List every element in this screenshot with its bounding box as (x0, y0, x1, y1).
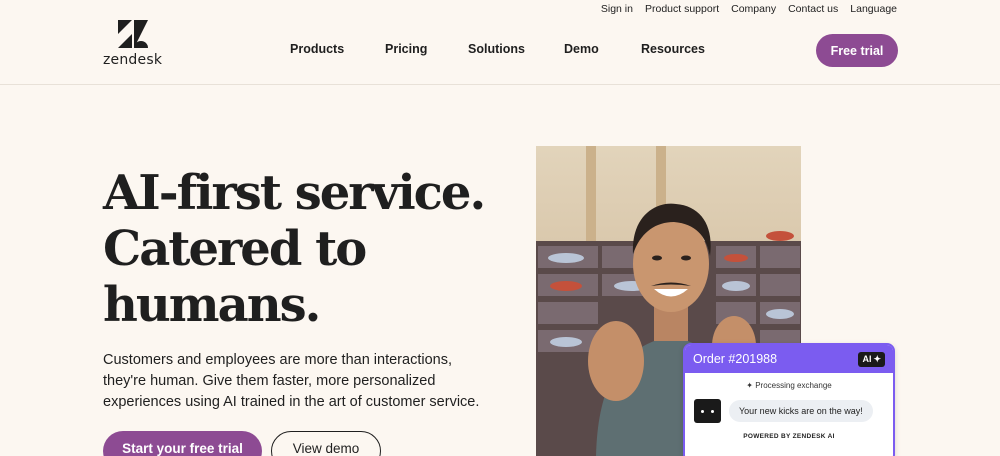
sparkle-icon: ✦ (746, 381, 753, 390)
language-link[interactable]: Language (850, 3, 897, 15)
nav-demo[interactable]: Demo (564, 42, 599, 56)
product-support-link[interactable]: Product support (645, 3, 719, 15)
ai-badge-label: AI (862, 354, 872, 364)
order-card-header: Order #201988 AI ✦ (685, 345, 893, 373)
hero-title-line: humans. (103, 277, 321, 333)
nav-resources[interactable]: Resources (641, 42, 705, 56)
chat-bubble: Your new kicks are on the way! (729, 400, 873, 422)
order-card: Order #201988 AI ✦ ✦ Processing exchange… (683, 343, 895, 456)
start-free-trial-button[interactable]: Start your free trial (103, 431, 262, 456)
nav-products[interactable]: Products (290, 42, 344, 56)
hero-title-line: Catered to (103, 221, 367, 277)
sign-in-link[interactable]: Sign in (601, 3, 633, 15)
powered-by-label: POWERED BY ZENDESK AI (743, 433, 835, 440)
nav-solutions[interactable]: Solutions (468, 42, 525, 56)
site-header: zendesk Sign in Product support Company … (0, 0, 1000, 85)
utility-nav: Sign in Product support Company Contact … (601, 3, 897, 15)
hero-title: AI-first service. Catered to humans. (103, 165, 523, 333)
free-trial-button[interactable]: Free trial (816, 34, 898, 67)
zendesk-logo-mark-icon (118, 20, 148, 48)
order-number: Order #201988 (693, 352, 778, 366)
processing-text: Processing exchange (755, 381, 832, 390)
nav-pricing[interactable]: Pricing (385, 42, 427, 56)
hero-subtitle: Customers and employees are more than in… (103, 352, 480, 410)
hero-title-line: AI-first service. (103, 165, 486, 221)
view-demo-button[interactable]: View demo (271, 431, 381, 456)
chat-message: Your new kicks are on the way! (694, 399, 893, 423)
logo-wordmark: zendesk (103, 52, 163, 68)
ai-badge: AI ✦ (858, 351, 885, 367)
company-link[interactable]: Company (731, 3, 776, 15)
bot-avatar-icon (694, 399, 721, 423)
processing-status: ✦ Processing exchange (685, 381, 893, 390)
zendesk-logo[interactable]: zendesk (103, 20, 173, 70)
contact-us-link[interactable]: Contact us (788, 3, 838, 15)
sparkle-icon: ✦ (873, 353, 881, 364)
